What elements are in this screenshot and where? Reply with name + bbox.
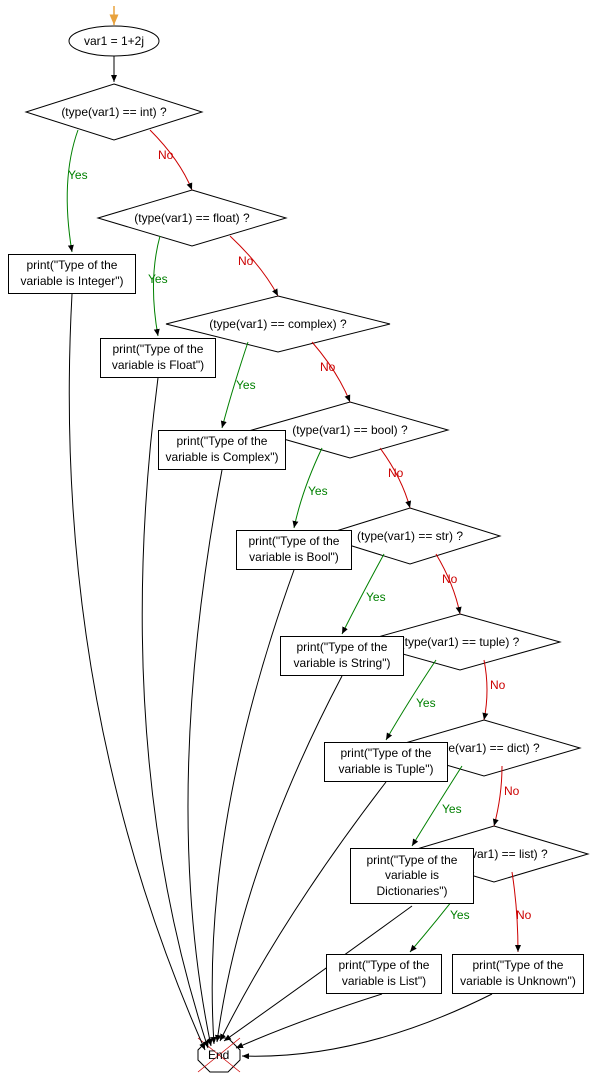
decision-tuple: (type(var1) == tuple) ?: [388, 635, 532, 649]
yes-label: Yes: [236, 378, 256, 392]
print-complex: print("Type of the variable is Complex"): [158, 430, 286, 470]
yes-label: Yes: [450, 908, 470, 922]
no-label: No: [490, 678, 505, 692]
no-label: No: [442, 572, 457, 586]
yes-label: Yes: [68, 168, 88, 182]
print-integer: print("Type of the variable is Integer"): [8, 254, 136, 294]
print-float: print("Type of the variable is Float"): [100, 338, 216, 378]
yes-label: Yes: [148, 272, 168, 286]
no-label: No: [516, 908, 531, 922]
yes-label: Yes: [366, 590, 386, 604]
print-list: print("Type of the variable is List"): [326, 954, 442, 994]
print-string: print("Type of the variable is String"): [280, 636, 404, 676]
decision-bool: (type(var1) == bool) ?: [278, 423, 422, 437]
yes-label: Yes: [308, 484, 328, 498]
no-label: No: [320, 360, 335, 374]
yes-label: Yes: [442, 802, 462, 816]
decision-float: (type(var1) == float) ?: [122, 211, 262, 225]
yes-label: Yes: [416, 696, 436, 710]
decision-complex: (type(var1) == complex) ?: [196, 317, 360, 331]
end-node: End: [208, 1048, 229, 1062]
print-tuple: print("Type of the variable is Tuple"): [324, 742, 448, 782]
start-node: var1 = 1+2j: [70, 34, 158, 48]
decision-int: (type(var1) == int) ?: [48, 105, 180, 119]
print-dict: print("Type of the variable is Dictionar…: [350, 848, 474, 904]
print-bool: print("Type of the variable is Bool"): [236, 530, 352, 570]
print-unknown: print("Type of the variable is Unknown"): [452, 954, 584, 994]
decision-str: (type(var1) == str) ?: [344, 529, 476, 543]
no-label: No: [238, 254, 253, 268]
no-label: No: [388, 466, 403, 480]
no-label: No: [158, 148, 173, 162]
no-label: No: [504, 784, 519, 798]
